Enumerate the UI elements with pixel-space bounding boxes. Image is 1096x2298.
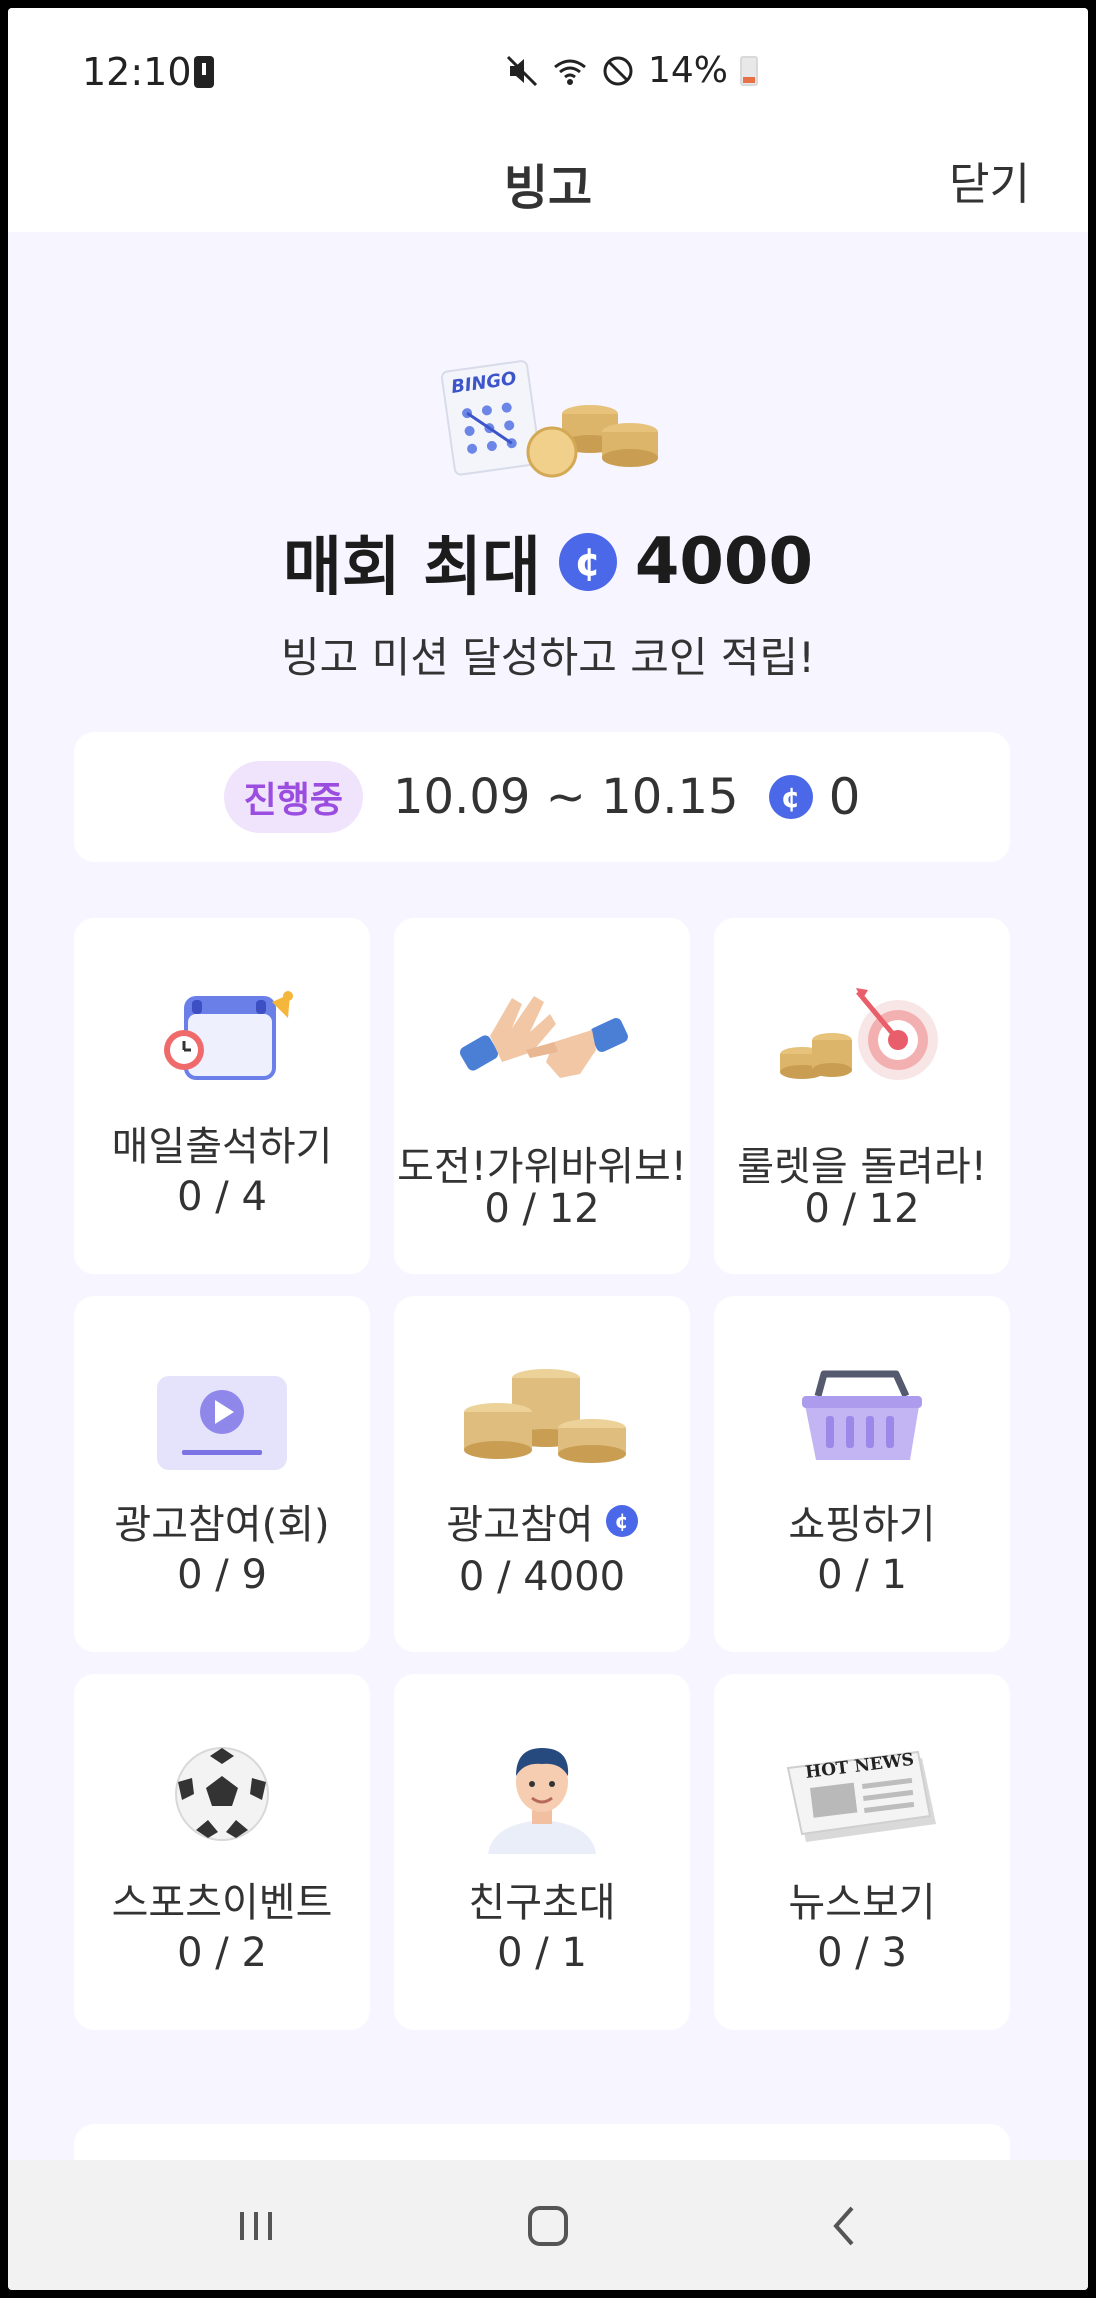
- mission-progress: 0 / 2: [177, 1930, 267, 1976]
- coin-icon: ¢: [605, 1505, 638, 1537]
- battery-icon: [740, 55, 759, 86]
- mission-tile-sports[interactable]: 스포츠이벤트 0 / 2: [74, 1674, 370, 2030]
- battery-percent: 14%: [648, 50, 729, 91]
- app-screen: 12:10 14% 빙고 닫기 BINGO 매회 최대 ¢ 4000 빙고 미션…: [8, 8, 1088, 2290]
- mission-label: 매일출석하기: [111, 1124, 333, 1170]
- mission-label: 도전!가위바위보!: [397, 1144, 687, 1190]
- wifi-icon: [554, 59, 586, 85]
- coin-stacks-icon: [464, 1369, 626, 1463]
- mission-tile-ad-count[interactable]: 광고참여(회) 0 / 9: [74, 1296, 370, 1652]
- mission-progress: 0 / 12: [804, 1186, 920, 1232]
- hero-subtitle: 빙고 미션 달성하고 코인 적립!: [281, 633, 815, 682]
- recent-apps-icon[interactable]: [226, 2196, 286, 2256]
- mission-label: 룰렛을 돌려라!: [737, 1144, 987, 1190]
- hero-title-amount: 4000: [634, 525, 813, 599]
- coin-icon: ¢: [768, 775, 813, 819]
- video-play-icon: [157, 1376, 287, 1470]
- status-icons: 14%: [504, 50, 759, 91]
- mission-progress: 0 / 9: [177, 1552, 267, 1598]
- page-header: 빙고 닫기: [8, 120, 1088, 232]
- mission-label: 광고참여(회): [114, 1502, 330, 1548]
- status-time: 12:10: [82, 50, 192, 94]
- mission-label-row: 광고참여 ¢: [394, 1492, 690, 1550]
- mute-icon: [506, 55, 538, 86]
- soccer-ball-icon: [175, 1747, 269, 1841]
- do-not-disturb-icon: [603, 56, 633, 85]
- mission-label: 스포츠이벤트: [111, 1880, 333, 1926]
- mission-tile-attendance[interactable]: 매일출석하기 0 / 4: [74, 918, 370, 1274]
- page-title: 빙고: [503, 160, 593, 216]
- period-range: 10.09 ~ 10.15: [393, 769, 739, 825]
- mission-label: 뉴스보기: [788, 1880, 936, 1926]
- earned-coins: ¢ 0: [768, 768, 861, 826]
- newspaper-icon: HOT NEWS: [786, 1750, 936, 1842]
- person-avatar-icon: [488, 1748, 596, 1854]
- home-icon[interactable]: [518, 2196, 578, 2256]
- mission-progress: 0 / 1: [817, 1552, 907, 1598]
- coin-icon: ¢: [558, 533, 617, 591]
- mission-label: 친구초대: [468, 1880, 616, 1926]
- shopping-basket-icon: [802, 1370, 922, 1460]
- hero-title: 매회 최대 ¢ 4000: [8, 516, 1088, 608]
- earned-coins-value: 0: [828, 768, 861, 826]
- hero-title-prefix: 매회 최대: [283, 531, 541, 605]
- mission-tile-shopping[interactable]: 쇼핑하기 0 / 1: [714, 1296, 1010, 1652]
- mission-tile-roulette[interactable]: 룰렛을 돌려라! 0 / 12: [714, 918, 1010, 1274]
- back-icon[interactable]: [814, 2196, 874, 2256]
- period-card: 진행중 10.09 ~ 10.15 ¢ 0: [74, 732, 1010, 862]
- rock-paper-scissors-icon: [459, 996, 628, 1078]
- mission-progress: 0 / 12: [484, 1186, 600, 1232]
- mission-tile-rps[interactable]: 도전!가위바위보! 0 / 12: [394, 918, 690, 1274]
- mission-progress: 0 / 4000: [458, 1554, 626, 1600]
- close-button[interactable]: 닫기: [949, 148, 1030, 212]
- mission-label: 광고참여: [446, 1502, 594, 1548]
- system-nav-bar: [8, 2160, 1088, 2290]
- mission-label: 쇼핑하기: [788, 1502, 936, 1548]
- mission-grid: 매일출석하기 0 / 4 도전!가위바위보! 0 / 12 룰렛을 돌려라! 0…: [74, 918, 1010, 2030]
- mission-progress: 0 / 3: [817, 1930, 907, 1976]
- mission-tile-ad-coins[interactable]: 광고참여 ¢ 0 / 4000: [394, 1296, 690, 1652]
- status-bar: 12:10 14%: [8, 8, 1088, 120]
- bingo-coins-illustration: BINGO: [440, 360, 658, 478]
- calendar-alarm-icon: [164, 991, 293, 1080]
- status-badge: 진행중: [223, 761, 363, 833]
- mission-tile-news[interactable]: HOT NEWS 뉴스보기 0 / 3: [714, 1674, 1010, 2030]
- dart-target-icon: [780, 988, 938, 1080]
- mission-progress: 0 / 1: [497, 1930, 587, 1976]
- alert-battery-icon: [194, 56, 214, 88]
- mission-tile-invite[interactable]: 친구초대 0 / 1: [394, 1674, 690, 2030]
- mission-progress: 0 / 4: [177, 1174, 267, 1220]
